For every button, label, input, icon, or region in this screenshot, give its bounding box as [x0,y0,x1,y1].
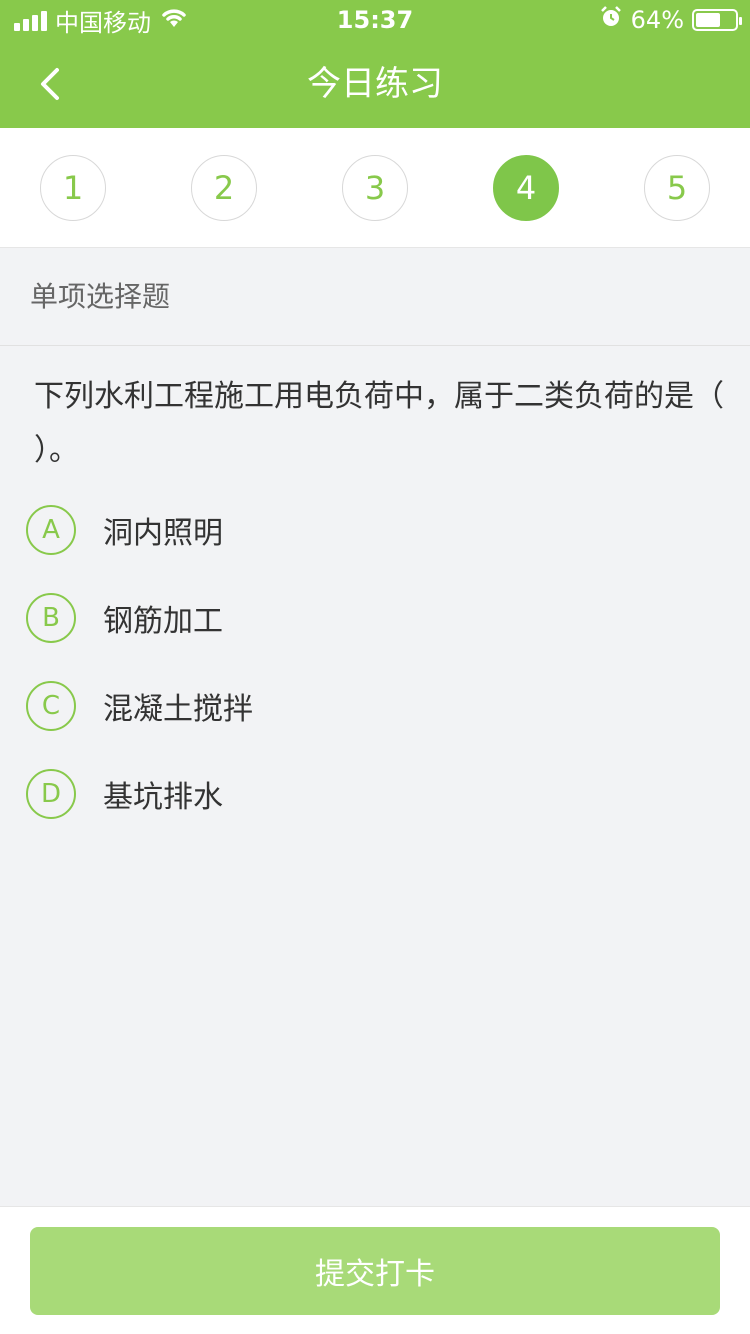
submit-button[interactable]: 提交打卡 [30,1227,720,1315]
option-letter: A [26,505,76,555]
battery-percent: 64% [630,6,684,34]
option-a[interactable]: A 洞内照明 [26,500,716,560]
alarm-icon [599,5,623,35]
option-text: 混凝土搅拌 [103,692,253,727]
app-screen: 中国移动 15:37 64% 今日练习 1 2 3 4 5 单项选择题 下列水利… [0,0,750,1334]
status-bar: 中国移动 15:37 64% [0,0,750,40]
step-4[interactable]: 4 [493,155,559,221]
option-d[interactable]: D 基坑排水 [26,764,716,824]
option-text: 基坑排水 [103,780,223,815]
option-letter: C [26,681,76,731]
step-3[interactable]: 3 [342,155,408,221]
step-5[interactable]: 5 [644,155,710,221]
page-title: 今日练习 [307,64,443,104]
question-type: 单项选择题 [0,248,750,346]
option-letter: B [26,593,76,643]
option-text: 钢筋加工 [103,604,223,639]
option-text: 洞内照明 [103,516,223,551]
battery-icon [692,9,742,31]
step-1[interactable]: 1 [40,155,106,221]
option-c[interactable]: C 混凝土搅拌 [26,676,716,736]
option-b[interactable]: B 钢筋加工 [26,588,716,648]
option-letter: D [26,769,76,819]
question-text: 下列水利工程施工用电负荷中，属于二类负荷的是（ ）。 [34,379,724,468]
question-steps: 1 2 3 4 5 [0,128,750,248]
footer-bar: 提交打卡 [0,1206,750,1334]
nav-header: 今日练习 [0,40,750,128]
step-2[interactable]: 2 [191,155,257,221]
battery-fill [696,13,721,27]
